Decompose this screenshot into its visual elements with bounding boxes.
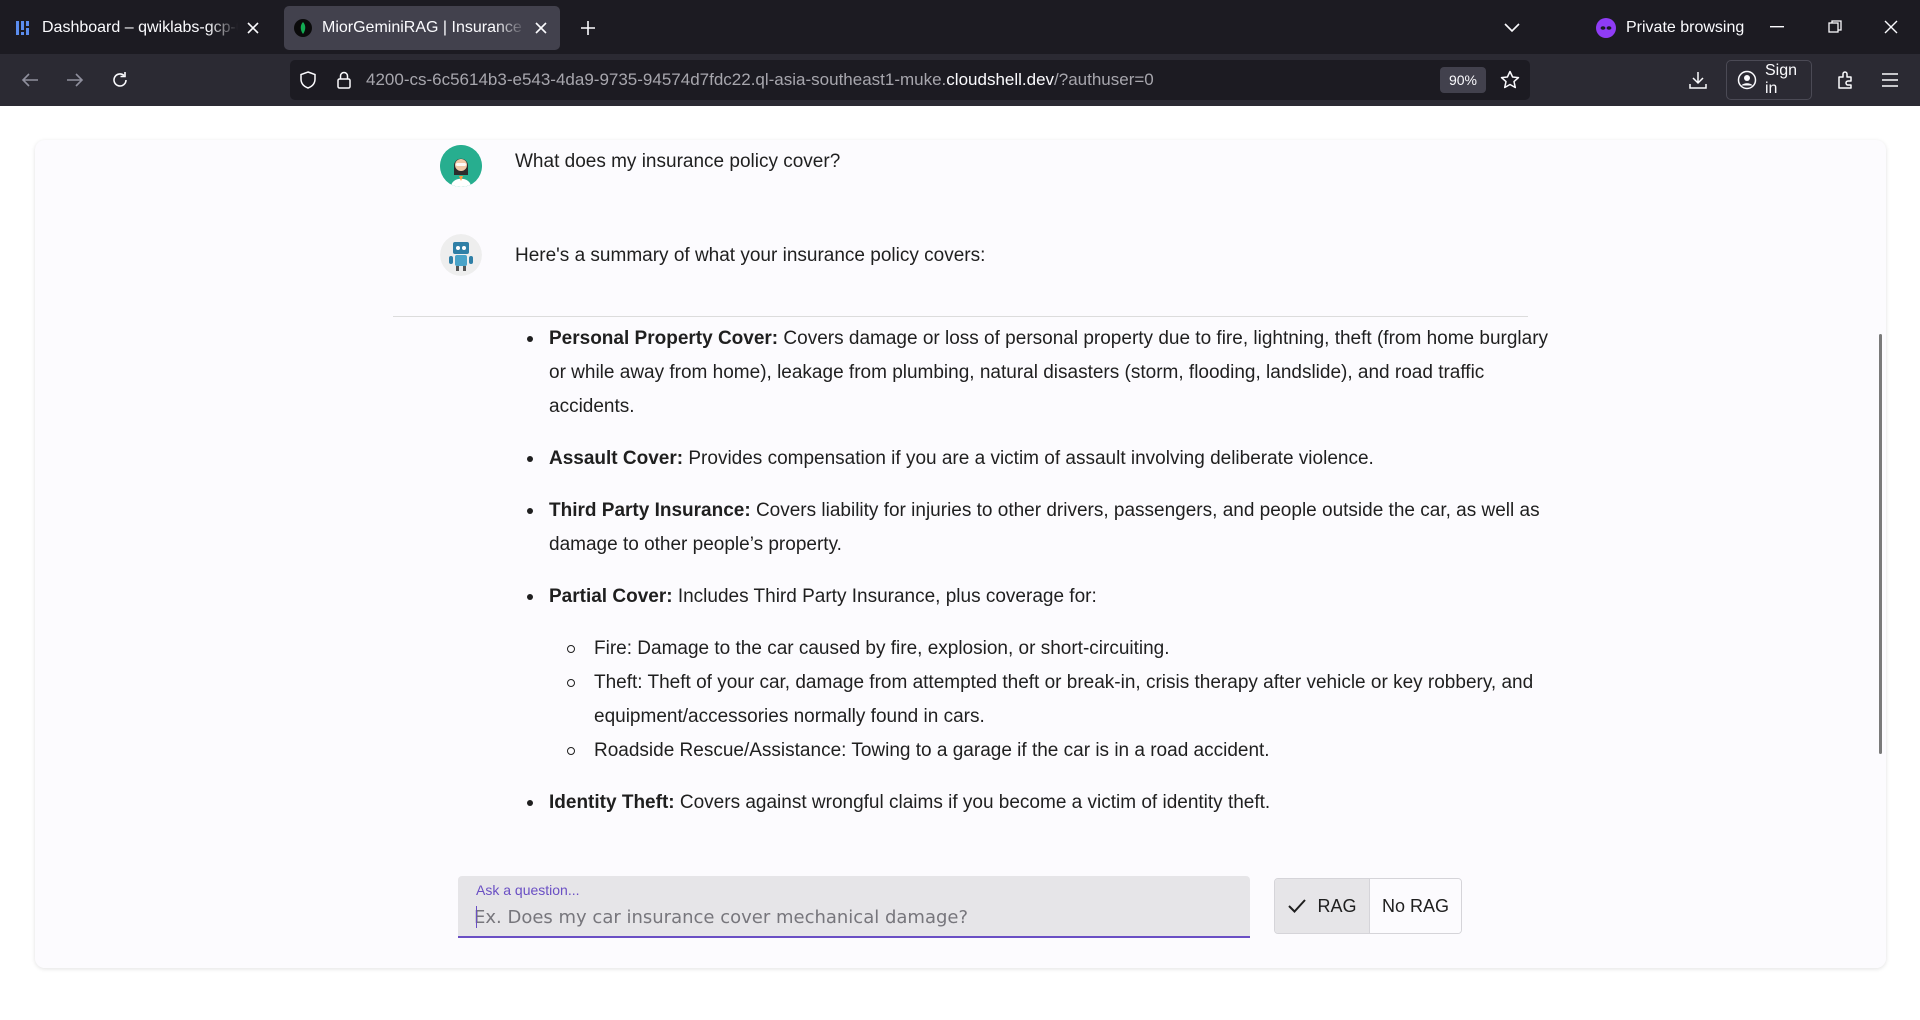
question-input-container[interactable]: Ask a question... — [458, 876, 1250, 938]
page-scrollbar-thumb[interactable] — [1879, 334, 1882, 754]
zoom-level-badge[interactable]: 90% — [1439, 67, 1486, 93]
sign-in-button[interactable]: Sign in — [1726, 60, 1812, 100]
bot-answer-body: Personal Property Cover: Covers damage o… — [513, 322, 1553, 838]
account-icon — [1737, 70, 1757, 90]
sign-in-label: Sign in — [1765, 62, 1798, 97]
list-all-tabs-chevron-icon[interactable] — [1498, 14, 1526, 42]
sub-list-item: Roadside Rescue/Assistance: Towing to a … — [549, 734, 1553, 768]
list-item: Assault Cover: Provides compensation if … — [513, 442, 1553, 476]
url-suffix: /?authuser=0 — [1054, 70, 1154, 89]
list-item: Partial Cover: Includes Third Party Insu… — [513, 580, 1553, 768]
url-text: 4200-cs-6c5614b3-e543-4da9-9735-94574d7f… — [366, 70, 1154, 90]
rag-toggle-button[interactable]: RAG — [1275, 879, 1370, 933]
url-prefix: 4200-cs-6c5614b3-e543-4da9-9735-94574d7f… — [366, 70, 947, 89]
item-title: Third Party Insurance: — [549, 500, 751, 521]
item-title: Identity Theft: — [549, 792, 675, 813]
text-caret — [476, 906, 477, 928]
item-text: Includes Third Party Insurance, plus cov… — [672, 586, 1097, 607]
item-title: Assault Cover: — [549, 448, 684, 469]
lock-icon[interactable] — [334, 70, 354, 90]
new-tab-plus-icon[interactable] — [574, 14, 602, 42]
chat-card: What does my insurance policy cover? Her… — [35, 140, 1886, 968]
rag-label: RAG — [1317, 895, 1357, 916]
back-arrow-icon[interactable] — [14, 64, 46, 96]
private-browsing-label: Private browsing — [1626, 19, 1745, 36]
partial-cover-sublist: Fire: Damage to the car caused by fire, … — [549, 632, 1553, 768]
list-item: Third Party Insurance: Covers liability … — [513, 494, 1553, 562]
minimize-window-icon[interactable] — [1759, 10, 1795, 44]
list-item: Personal Property Cover: Covers damage o… — [513, 322, 1553, 424]
private-mask-icon — [1596, 18, 1616, 38]
tab-insurance-assistant[interactable]: MiorGeminiRAG | Insurance Assistant — [284, 6, 560, 50]
item-title: Personal Property Cover: — [549, 328, 779, 349]
question-input-label: Ask a question... — [476, 882, 580, 898]
tab-title: MiorGeminiRAG | Insurance Assistant — [322, 19, 526, 36]
sub-list-item: Theft: Theft of your car, damage from at… — [549, 666, 1553, 734]
sub-list-item: Fire: Damage to the car caused by fire, … — [549, 632, 1553, 666]
forward-arrow-icon[interactable] — [59, 64, 91, 96]
page-viewport: What does my insurance policy cover? Her… — [0, 106, 1920, 1020]
browser-tab-bar: Dashboard – qwiklabs-gcp-00-e MiorGemini… — [0, 0, 1920, 54]
user-avatar-icon — [440, 145, 482, 187]
leaf-favicon-icon — [294, 19, 312, 37]
tab-dashboard[interactable]: Dashboard – qwiklabs-gcp-00-e — [4, 6, 272, 50]
hamburger-menu-icon[interactable] — [1874, 64, 1906, 96]
bot-intro-text: Here's a summary of what your insurance … — [515, 245, 986, 266]
tab-title: Dashboard – qwiklabs-gcp-00-e — [42, 19, 238, 36]
item-text: Covers against wrongful claims if you be… — [674, 792, 1271, 813]
restore-window-icon[interactable] — [1817, 10, 1853, 44]
close-tab-icon[interactable] — [532, 19, 550, 37]
tracking-protection-shield-icon[interactable] — [298, 70, 318, 90]
extensions-puzzle-icon[interactable] — [1830, 64, 1862, 96]
browser-nav-bar: 4200-cs-6c5614b3-e543-4da9-9735-94574d7f… — [0, 54, 1920, 106]
coverage-list: Personal Property Cover: Covers damage o… — [513, 322, 1553, 820]
close-tab-icon[interactable] — [244, 19, 262, 37]
checkmark-icon — [1287, 898, 1307, 914]
close-window-icon[interactable] — [1873, 10, 1909, 44]
item-title: Partial Cover: — [549, 586, 673, 607]
item-text: Provides compensation if you are a victi… — [683, 448, 1374, 469]
qwiklabs-favicon-icon — [14, 19, 32, 37]
downloads-icon[interactable] — [1682, 64, 1714, 96]
url-host: cloudshell.dev — [946, 70, 1055, 89]
address-bar[interactable]: 4200-cs-6c5614b3-e543-4da9-9735-94574d7f… — [290, 60, 1530, 100]
user-question-text: What does my insurance policy cover? — [515, 151, 841, 172]
bookmark-star-icon[interactable] — [1498, 68, 1522, 92]
reload-icon[interactable] — [104, 64, 136, 96]
list-item: Identity Theft: Covers against wrongful … — [513, 786, 1553, 820]
no-rag-toggle-button[interactable]: No RAG — [1369, 879, 1461, 933]
private-browsing-indicator: Private browsing — [1596, 14, 1744, 42]
no-rag-label: No RAG — [1381, 895, 1449, 916]
rag-toggle-group: RAG No RAG — [1274, 878, 1462, 934]
question-input[interactable] — [474, 902, 1234, 932]
bot-avatar-icon — [440, 234, 482, 276]
message-divider — [393, 316, 1528, 317]
